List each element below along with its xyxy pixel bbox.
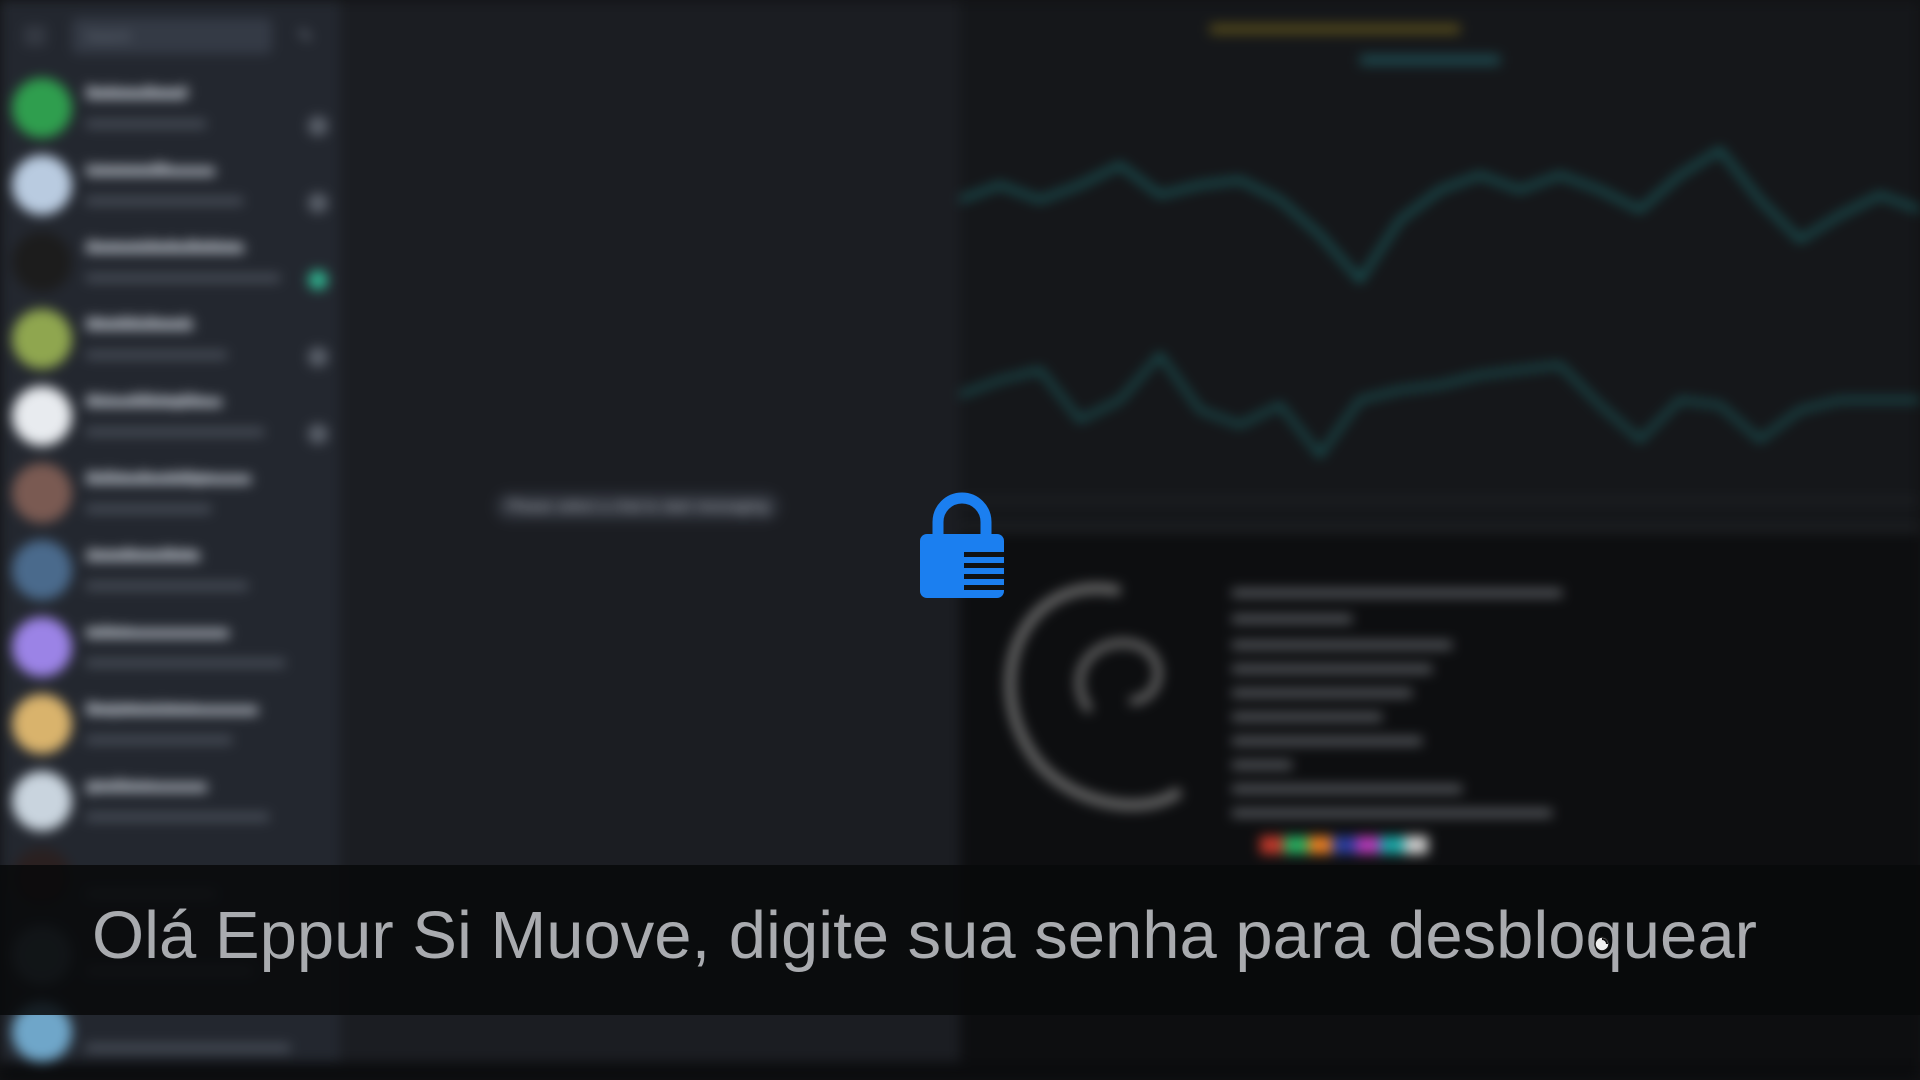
neofetch-info-row <box>1232 615 1352 623</box>
neofetch-info-row <box>1232 761 1292 769</box>
avatar <box>12 155 72 215</box>
chat-preview <box>86 1044 290 1052</box>
network-graph <box>960 148 1920 501</box>
mouse-cursor-icon <box>1594 936 1610 952</box>
avatar <box>12 386 72 446</box>
neofetch-info-row <box>1232 785 1462 793</box>
empty-chat-message: Please select a chat to start messaging <box>495 492 780 521</box>
chat-preview <box>86 736 232 744</box>
chat-list-item: zelzer <box>0 609 340 686</box>
chat-list-item: Jonathan Mata <box>0 532 340 609</box>
avatar <box>12 540 72 600</box>
chat-preview <box>86 274 280 282</box>
sidebar-header: Search ✎ <box>0 0 340 70</box>
palette-swatch <box>1284 836 1308 854</box>
palette-swatch <box>1308 836 1332 854</box>
palette-swatch <box>1332 836 1356 854</box>
unlock-prompt-text: Olá Eppur Si Muove, digite sua senha par… <box>92 898 1757 973</box>
chat-name-bar <box>86 706 258 715</box>
unread-badge <box>308 424 328 444</box>
chat-name-bar <box>86 552 200 561</box>
avatar <box>12 232 72 292</box>
chat-list-item: CLI + GB Inglês <box>0 378 340 455</box>
chat-name-bar <box>86 167 215 176</box>
chat-preview <box>86 351 227 359</box>
chat-list-item: Comunidade Debian <box>0 224 340 301</box>
status-bar <box>0 1062 1920 1080</box>
hamburger-menu-icon <box>24 28 46 44</box>
chat-preview <box>86 813 269 821</box>
chat-preview <box>86 428 264 436</box>
avatar <box>12 309 72 369</box>
neofetch-info-row <box>1232 589 1562 597</box>
chat-list-item: gnulinux <box>0 763 340 840</box>
search-placeholder: Search <box>86 28 131 44</box>
debian-logo <box>1005 583 1183 810</box>
chat-name-bar <box>86 90 186 99</box>
chat-preview <box>86 505 211 513</box>
chat-preview <box>86 197 243 205</box>
avatar <box>12 617 72 677</box>
neofetch-info-row <box>1232 689 1412 697</box>
avatar <box>12 78 72 138</box>
avatar <box>12 463 72 523</box>
chat-name-bar <box>86 783 207 792</box>
chat-name-bar <box>86 244 244 253</box>
palette-swatch <box>1404 836 1428 854</box>
color-palette <box>1260 836 1428 854</box>
chat-list-item: O Fim do código <box>0 455 340 532</box>
compose-icon: ✎ <box>298 26 314 46</box>
chat-name-bar <box>86 475 251 484</box>
chat-name-bar <box>86 321 193 330</box>
chat-preview <box>86 120 206 128</box>
neofetch-info-row <box>1232 809 1552 817</box>
lock-screen: Search ✎ Debian BrasilLisanco 88Comunida… <box>0 0 1920 1080</box>
neofetch-info-row <box>1232 641 1452 649</box>
neofetch-info-row <box>1232 713 1382 721</box>
chat-list-item: MiniOS Brasil <box>0 301 340 378</box>
unread-badge <box>308 270 328 290</box>
unread-badge <box>308 347 328 367</box>
palette-swatch <box>1260 836 1284 854</box>
avatar <box>12 771 72 831</box>
chat-name-bar <box>86 398 222 407</box>
chat-list-item: Lisanco 88 <box>0 147 340 224</box>
chat-name-bar <box>86 629 229 638</box>
neofetch-info-row <box>1232 737 1422 745</box>
avatar <box>12 694 72 754</box>
lock-icon <box>920 492 1004 598</box>
neofetch-info-row <box>1232 665 1432 673</box>
terminal-title-highlight <box>1210 24 1460 34</box>
chat-preview <box>86 659 285 667</box>
terminal-graph-title <box>1360 55 1500 65</box>
palette-swatch <box>1356 836 1380 854</box>
unread-badge <box>308 193 328 213</box>
chat-list-item: Projetos Linux <box>0 686 340 763</box>
password-prompt-bar[interactable]: Olá Eppur Si Muove, digite sua senha par… <box>0 865 1920 1015</box>
terminal-system-monitor <box>960 0 1920 528</box>
unread-badge <box>308 116 328 136</box>
palette-swatch <box>1380 836 1404 854</box>
chat-list-item: Debian Brasil <box>0 70 340 147</box>
chat-preview <box>86 582 248 590</box>
search-input: Search <box>72 18 272 54</box>
